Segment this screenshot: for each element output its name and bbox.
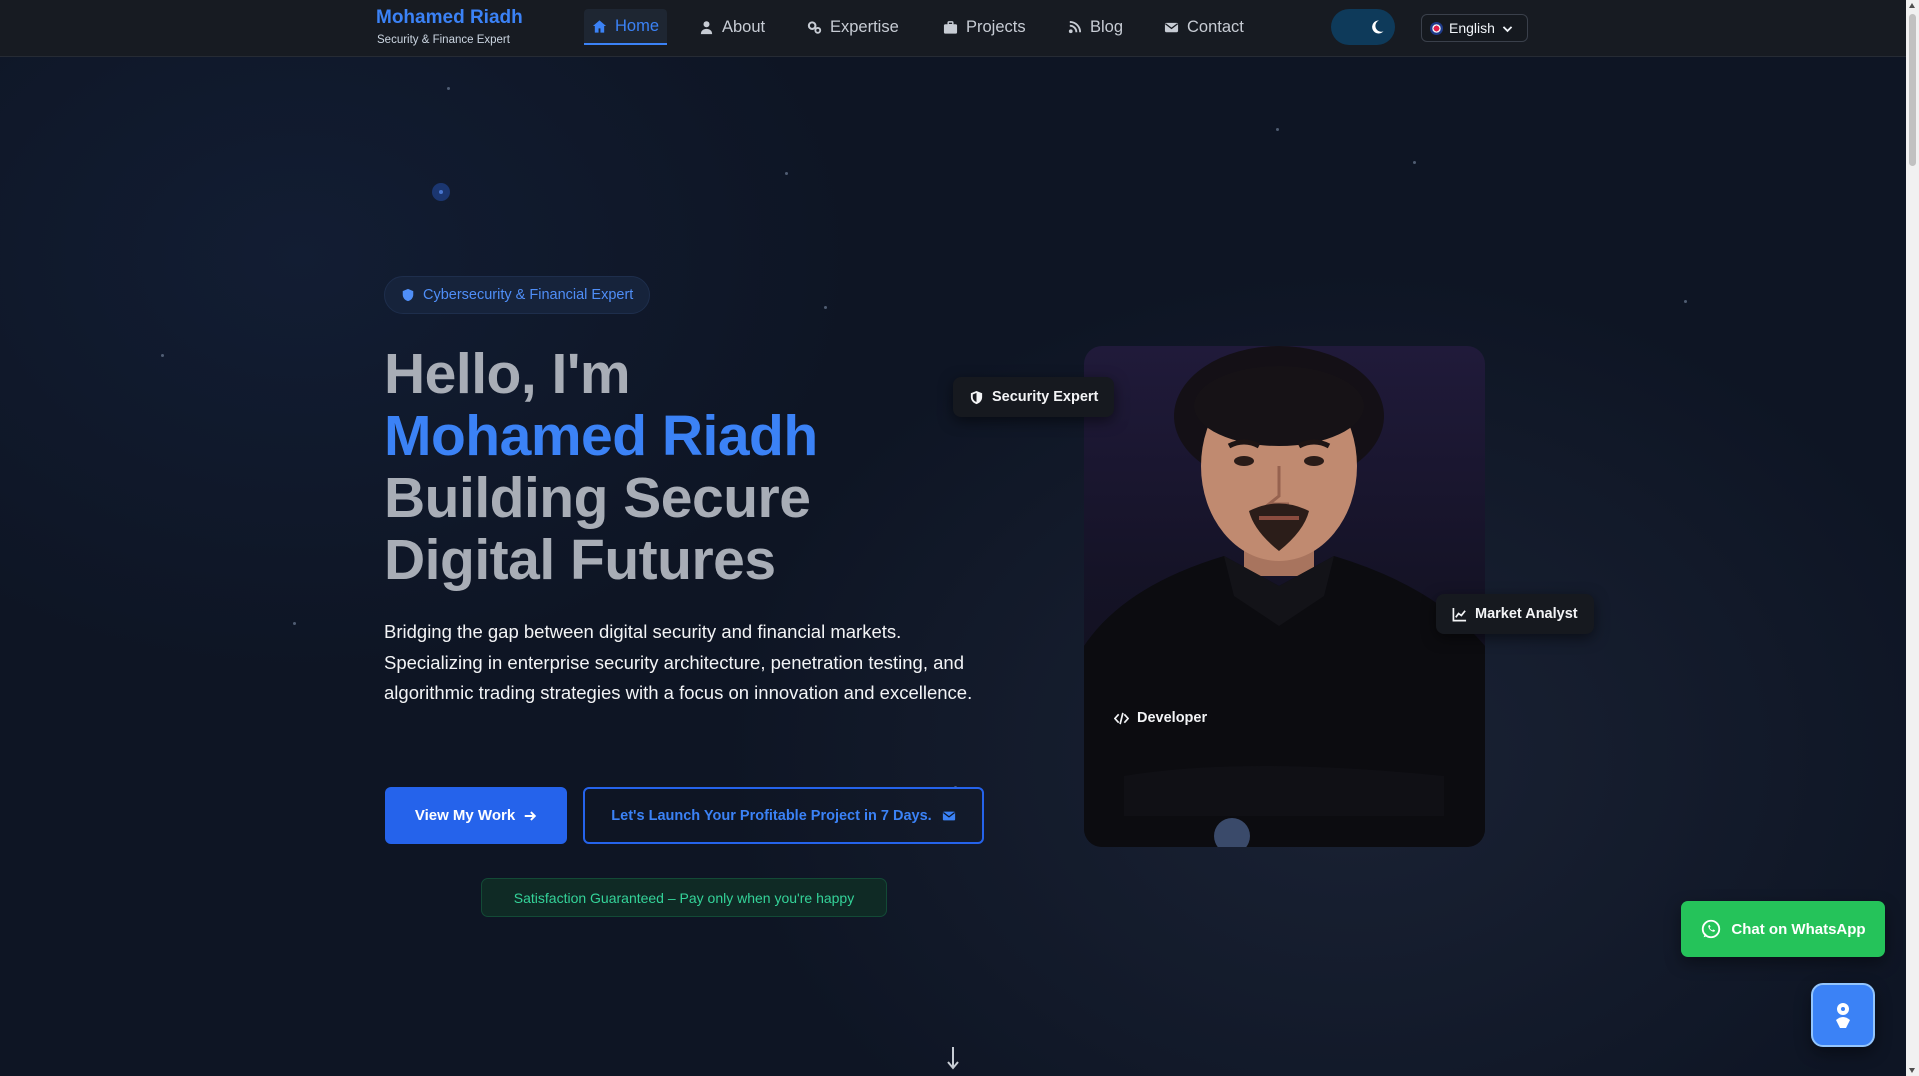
scrollbar-thumb[interactable] [1909, 14, 1916, 166]
star-decoration [824, 306, 827, 309]
assistant-icon [1836, 1003, 1850, 1028]
portrait-illustration [1084, 346, 1485, 847]
envelope-icon [1164, 22, 1179, 32]
star-decoration [1413, 161, 1416, 164]
whatsapp-chat-button[interactable]: Chat on WhatsApp [1681, 901, 1885, 957]
expert-badge: Cybersecurity & Financial Expert [384, 276, 651, 314]
hero-title-line: Digital Futures [384, 528, 776, 592]
tag-label: Market Analyst [1475, 606, 1578, 622]
language-select[interactable]: English [1421, 14, 1528, 42]
page-scrollbar[interactable] [1906, 0, 1919, 1076]
developer-tag: Developer [1098, 698, 1223, 738]
uk-flag-icon [1430, 21, 1443, 35]
hero-description: Bridging the gap between digital securit… [384, 621, 973, 703]
scroll-up-icon[interactable] [1909, 3, 1915, 8]
nav-item-projects[interactable]: Projects [935, 9, 1034, 45]
button-label: View My Work [414, 807, 516, 824]
envelope-icon [942, 811, 955, 820]
gears-icon [807, 20, 822, 34]
arrow-right-icon [524, 810, 537, 821]
star-decoration [447, 87, 450, 90]
nav-item-label: Home [615, 16, 660, 35]
assistant-button[interactable] [1811, 983, 1875, 1047]
guarantee-note: Satisfaction Guaranteed – Pay only when … [481, 878, 887, 917]
code-icon [1114, 712, 1129, 724]
star-decoration [161, 354, 164, 357]
nav-item-label: Blog [1090, 17, 1124, 36]
user-icon [700, 20, 713, 34]
nav-item-label: About [722, 17, 766, 36]
nav-item-label: Contact [1187, 17, 1244, 36]
shield-icon [402, 288, 414, 302]
hero-title-line: Hello, I'm [384, 342, 631, 406]
security-expert-tag: Security Expert [953, 377, 1115, 417]
profile-photo [1084, 346, 1485, 847]
badge-label: Cybersecurity & Financial Expert [423, 287, 634, 303]
tag-label: Security Expert [992, 389, 1099, 405]
star-decoration [1276, 128, 1279, 131]
launch-project-button[interactable]: Let's Launch Your Profitable Project in … [583, 787, 984, 844]
nav-item-blog[interactable]: Blog [1059, 9, 1131, 45]
hero-background [0, 57, 1906, 1076]
nav-item-label: Projects [966, 17, 1026, 36]
market-analyst-tag: Market Analyst [1436, 594, 1594, 634]
star-decoration [1684, 300, 1687, 303]
scroll-down-icon[interactable] [1909, 1068, 1915, 1073]
chart-line-icon [1452, 607, 1467, 621]
nav-item-expertise[interactable]: Expertise [799, 9, 907, 45]
whatsapp-label: Chat on WhatsApp [1731, 920, 1866, 938]
moon-icon [1372, 20, 1384, 34]
whatsapp-icon [1702, 919, 1721, 939]
star-decoration [785, 172, 788, 175]
brand-subtitle: Security & Finance Expert [377, 34, 510, 46]
navbar: Mohamed Riadh Security & Finance Expert … [0, 0, 1906, 57]
hero-title-name: Mohamed Riadh [384, 404, 818, 468]
star-decoration [432, 183, 450, 201]
hero-title: Hello, I'm Mohamed Riadh Building Secure… [384, 343, 818, 591]
shield-icon [970, 390, 983, 404]
blog-icon [1068, 20, 1082, 33]
button-label: Let's Launch Your Profitable Project in … [611, 807, 932, 824]
language-label: English [1449, 20, 1495, 36]
nav-item-contact[interactable]: Contact [1156, 9, 1252, 45]
hero-title-line: Building Secure [384, 466, 811, 530]
chevron-down-icon [1502, 25, 1513, 32]
home-icon [592, 19, 607, 33]
star-decoration [293, 622, 296, 625]
briefcase-icon [943, 20, 958, 34]
nav-item-home[interactable]: Home [584, 9, 668, 45]
tag-label: Developer [1137, 710, 1208, 726]
arrow-down-icon[interactable] [946, 1046, 960, 1070]
theme-toggle[interactable] [1331, 9, 1395, 45]
brand-name[interactable]: Mohamed Riadh [376, 7, 523, 29]
view-my-work-button[interactable]: View My Work [385, 787, 567, 844]
nav-item-about[interactable]: About [691, 9, 773, 45]
nav-item-label: Expertise [830, 17, 899, 36]
